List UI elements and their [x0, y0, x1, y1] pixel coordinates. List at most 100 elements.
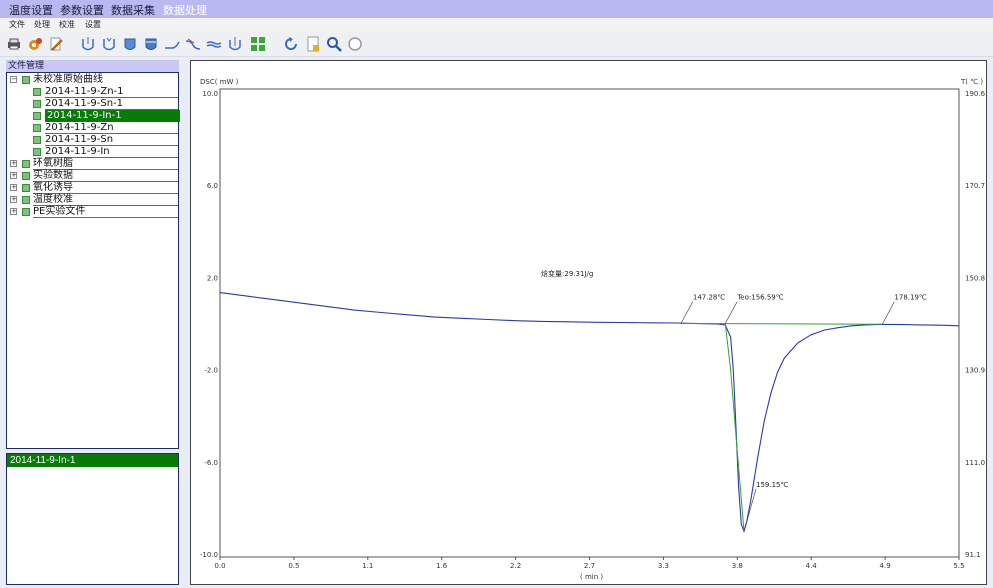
x-tick-label: 3.8 [732, 562, 743, 570]
edit-pencil-icon[interactable] [48, 36, 64, 52]
tree-node-pe-files[interactable]: + PE实验文件 [10, 206, 178, 218]
file-icon [33, 100, 41, 108]
x-tick-label: 5.5 [953, 562, 964, 570]
y2-axis-label: T( ℃ ) [960, 78, 983, 86]
reset-icon[interactable] [347, 36, 363, 52]
y-axis-label: DSC( mW ) [200, 78, 239, 86]
baseline-icon[interactable] [164, 36, 180, 52]
collapse-icon[interactable]: − [10, 76, 17, 83]
peak-cup-icon[interactable] [101, 36, 117, 52]
x-tick-label: 4.9 [880, 562, 891, 570]
tangent-cup-icon[interactable] [80, 36, 96, 52]
print-icon[interactable] [6, 36, 22, 52]
tree-node-temp-calibration[interactable]: + 温度校准 [10, 194, 178, 206]
file-tree: − 未校准原始曲线 2014-11-9-Zn-1 2014-11-9-Sn-1 … [6, 72, 180, 449]
file-panel-title: 文件管理 [6, 60, 179, 72]
x-tick-label: 1.1 [362, 562, 373, 570]
y-tick-label: 6.0 [207, 182, 218, 190]
file-icon [33, 124, 41, 132]
tree-node-label: 未校准原始曲线 [33, 74, 103, 85]
expand-icon[interactable]: + [10, 196, 17, 203]
annotation-label: 焓变量:29.31J/g [541, 269, 593, 278]
menu-process[interactable]: 处理 [34, 19, 50, 30]
annotation-label: 159.15℃ [756, 481, 788, 489]
y2-tick-label: 111.0 [965, 459, 985, 467]
folder-icon [22, 172, 30, 180]
menu-bar: 文件 处理 校准 设置 [0, 18, 993, 32]
tree-leaf[interactable]: 2014-11-9-Sn-1 [10, 98, 178, 110]
tree-leaf[interactable]: 2014-11-9-Sn [10, 134, 178, 146]
x-axis-label: ( min ) [580, 573, 603, 581]
folder-icon [22, 196, 30, 204]
integrate-icon[interactable] [227, 36, 243, 52]
x-tick-label: 2.2 [510, 562, 521, 570]
y-axis-ticks: 10.0 6.0 2.0 -2.0 -6.0 -10.0 [200, 90, 218, 559]
tree-node-uncalibrated[interactable]: − 未校准原始曲线 [10, 74, 178, 86]
file-icon [33, 112, 41, 120]
expand-icon[interactable]: + [10, 184, 17, 191]
annotation-label: 178.19℃ [894, 294, 926, 302]
expand-icon[interactable]: + [10, 208, 17, 215]
tree-node-oxidation[interactable]: + 氧化诱导 [10, 182, 178, 194]
y2-tick-label: 130.9 [965, 367, 985, 375]
folder-icon [22, 160, 30, 168]
grid-icon[interactable] [250, 36, 266, 52]
y2-tick-label: 91.1 [965, 551, 981, 559]
tab-parameter-settings[interactable]: 参数设置 [60, 2, 104, 18]
x-tick-label: 0.5 [288, 562, 299, 570]
top-tab-bar: 温度设置 参数设置 数据采集 数据处理 [0, 0, 993, 18]
smooth-icon[interactable] [206, 36, 222, 52]
series-line-1 [680, 323, 883, 325]
tree-node-experiment-data[interactable]: + 实验数据 [10, 170, 178, 182]
detail-header: 2014-11-9-In-1 [7, 454, 178, 467]
x-tick-label: 1.6 [436, 562, 448, 570]
folder-icon [22, 184, 30, 192]
settings-gear-icon[interactable] [27, 36, 43, 52]
tab-data-processing[interactable]: 数据处理 [163, 2, 207, 18]
tree-leaf[interactable]: 2014-11-9-Zn [10, 122, 178, 134]
tab-temperature-settings[interactable]: 温度设置 [9, 2, 53, 18]
x-axis-ticks: 0.0 0.5 1.1 1.6 2.2 2.7 3.3 3.8 4.4 4.9 5.5 [214, 557, 965, 570]
tree-leaf-selected[interactable]: 2014-11-9-In-1 [10, 110, 180, 122]
y-tick-label: 10.0 [202, 90, 218, 98]
step-icon[interactable] [185, 36, 201, 52]
x-tick-label: 3.3 [658, 562, 669, 570]
fill-cup-icon[interactable] [122, 36, 138, 52]
annotation-label: 147.28℃ [693, 294, 725, 302]
y2-tick-label: 170.7 [965, 182, 985, 190]
annotation-label: Teo:156.59℃ [736, 294, 784, 302]
y-tick-label: -6.0 [204, 459, 218, 467]
x-tick-label: 2.7 [584, 562, 595, 570]
tab-data-acquisition[interactable]: 数据采集 [111, 2, 155, 18]
plot-area [219, 88, 960, 558]
zoom-icon[interactable] [326, 36, 342, 52]
y2-axis-ticks: 190.6 170.7 150.8 130.9 111.0 91.1 [965, 90, 986, 559]
y-tick-label: -10.0 [200, 551, 218, 559]
y-tick-label: -2.0 [204, 367, 218, 375]
folder-icon [22, 76, 30, 84]
y2-tick-label: 190.6 [965, 90, 986, 98]
file-icon [33, 88, 41, 96]
dsc-chart-panel: 0.0 0.5 1.1 1.6 2.2 2.7 3.3 3.8 4.4 4.9 5.5 10.0 6.… [190, 60, 987, 585]
x-tick-label: 0.0 [214, 562, 225, 570]
detail-panel: 2014-11-9-In-1 [6, 453, 179, 585]
fill-cup-2-icon[interactable] [143, 36, 159, 52]
menu-calibrate[interactable]: 校准 [59, 19, 75, 30]
file-icon [33, 136, 41, 144]
menu-file[interactable]: 文件 [9, 19, 25, 30]
tree-leaf[interactable]: 2014-11-9-Zn-1 [10, 86, 178, 98]
expand-icon[interactable]: + [10, 172, 17, 179]
export-icon[interactable] [305, 36, 321, 52]
menu-settings[interactable]: 设置 [85, 19, 101, 30]
y2-tick-label: 150.8 [965, 274, 985, 282]
divider [33, 217, 178, 218]
tree-leaf[interactable]: 2014-11-9-In [10, 146, 178, 158]
toolbar [0, 32, 993, 57]
tree-node-epoxy[interactable]: + 环氧树脂 [10, 158, 178, 170]
file-icon [33, 148, 41, 156]
undo-icon[interactable] [284, 36, 300, 52]
dsc-chart[interactable]: 0.0 0.5 1.1 1.6 2.2 2.7 3.3 3.8 4.4 4.9 5.5 10.0 6.… [191, 61, 988, 586]
folder-icon [22, 208, 30, 216]
y-tick-label: 2.0 [207, 274, 218, 282]
expand-icon[interactable]: + [10, 160, 17, 167]
